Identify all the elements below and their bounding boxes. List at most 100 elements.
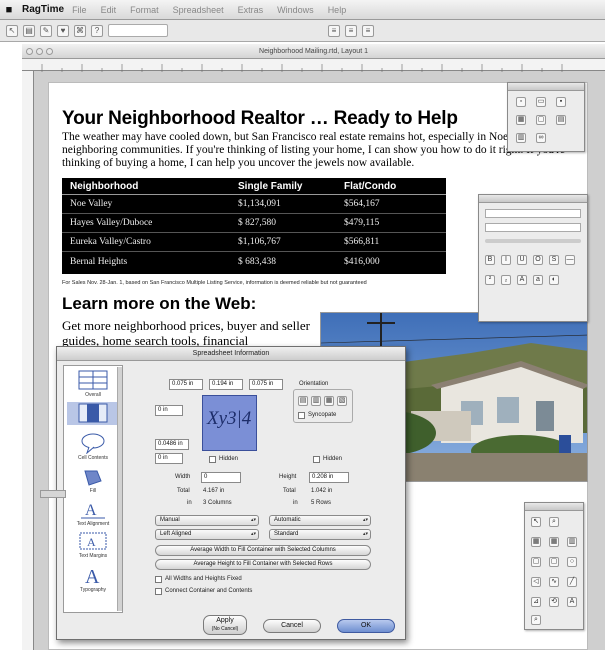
vertical-ruler[interactable] (22, 71, 34, 650)
fixed-sizes-checkbox[interactable] (155, 576, 162, 583)
line-tool-icon[interactable]: ╱ (567, 577, 577, 587)
table-cell[interactable]: Eureka Valley/Castro (62, 237, 238, 247)
app-menu[interactable]: RagTime (22, 4, 64, 15)
size-field[interactable] (485, 223, 581, 232)
rotate-tool-icon[interactable]: ⟲ (549, 597, 559, 607)
average-height-button[interactable]: Average Height to Fill Container with Se… (155, 559, 371, 570)
outline-icon[interactable]: O (533, 255, 543, 265)
sidebar-item-cell-contents[interactable]: Cell Contents (67, 432, 119, 461)
menu-file[interactable]: File (72, 5, 87, 15)
menu-format[interactable]: Format (130, 5, 159, 15)
typography-palette[interactable]: B I U O S — ² ₂ A a ◐ (478, 194, 588, 322)
color-icon[interactable]: ◐ (549, 275, 559, 285)
subscript-icon[interactable]: ₂ (501, 275, 511, 285)
copy-icon[interactable]: ▭ (536, 97, 546, 107)
web-paragraph[interactable]: Get more neighborhood prices, buyer and … (62, 318, 312, 348)
page-icon[interactable]: ▫ (516, 97, 526, 107)
sidebar-scrollbar[interactable] (117, 367, 122, 611)
top-mid-margin-field[interactable]: 0.194 in (209, 379, 243, 390)
heart-tool-icon[interactable]: ♥ (57, 24, 69, 37)
prices-table[interactable]: Neighborhood Single Family Flat/Condo No… (62, 178, 446, 274)
table-row[interactable]: Noe Valley $1,134,091 $564,167 (62, 195, 446, 214)
table-cell[interactable]: $564,167 (344, 199, 444, 209)
sidebar-item-text-margins[interactable]: A Text Margins (67, 530, 119, 559)
italic-icon[interactable]: I (501, 255, 511, 265)
style-field[interactable] (108, 24, 168, 37)
menu-spreadsheet[interactable]: Spreadsheet (173, 5, 224, 15)
pen-tool-icon[interactable]: ✎ (40, 24, 52, 37)
table-cell[interactable]: $479,115 (344, 218, 444, 228)
shadow-icon[interactable]: S (549, 255, 559, 265)
intro-paragraph[interactable]: The weather may have cooled down, but Sa… (62, 131, 567, 170)
close-window-icon[interactable] (26, 48, 33, 55)
font-field[interactable] (485, 209, 581, 218)
table-tool-icon[interactable]: ▦ (531, 537, 541, 547)
orientation-vertical-icon[interactable]: ▥ (311, 396, 321, 406)
left-mid-margin-field[interactable]: 0.0486 in (155, 439, 189, 450)
left-top-margin-field[interactable]: 0 in (155, 405, 183, 416)
pointer-tool-icon[interactable]: ↖ (6, 24, 18, 37)
bezier-tool-icon[interactable]: ⊿ (531, 597, 541, 607)
help-tool-icon[interactable]: ? (91, 24, 103, 37)
minimize-window-icon[interactable] (36, 48, 43, 55)
sync-checkbox[interactable] (298, 412, 305, 419)
table-cell[interactable]: $ 827,580 (238, 218, 344, 228)
strike-icon[interactable]: — (565, 255, 575, 265)
grid-tool-icon[interactable]: ▦ (549, 537, 559, 547)
horizontal-ruler[interactable] (22, 59, 605, 72)
alignment-popup[interactable]: Left Aligned (155, 529, 259, 540)
sidebar-item-selected[interactable] (67, 402, 119, 425)
zoom-tool-icon[interactable]: ⌕ (549, 517, 559, 527)
sidebar-item-text-alignment[interactable]: A Text Alignment (67, 498, 119, 527)
layers-icon[interactable]: ▤ (556, 115, 566, 125)
average-width-button[interactable]: Average Width to Fill Container with Sel… (155, 545, 371, 556)
text-tool-icon[interactable]: A (567, 597, 577, 607)
drawing-tools-palette[interactable]: ↖ ⌕ ▦ ▦ ▥ ▢ ▢ ○ ◁ ∿ ╱ ⊿ ⟲ A ⌕ (524, 502, 584, 630)
table-cell[interactable]: $1,106,767 (238, 237, 344, 247)
subheading[interactable]: Learn more on the Web: (62, 294, 256, 314)
oval-tool-icon[interactable]: ○ (567, 557, 577, 567)
ok-button[interactable]: OK (337, 619, 395, 633)
apply-button[interactable]: Apply (No Cancel) (203, 615, 247, 635)
height-mode-popup[interactable]: Automatic (269, 515, 371, 526)
top-right-margin-field[interactable]: 0.075 in (249, 379, 283, 390)
table-row[interactable]: Bernal Heights $ 683,438 $416,000 (62, 252, 446, 271)
menu-edit[interactable]: Edit (101, 5, 117, 15)
menu-help[interactable]: Help (328, 5, 347, 15)
dialog-sidebar[interactable]: Overall Cell Contents Fill A Text Alignm… (63, 365, 123, 613)
table-row[interactable]: Hayes Valley/Duboce $ 827,580 $479,115 (62, 214, 446, 233)
magnify-tool-icon[interactable]: ⌕ (531, 615, 541, 625)
caps-icon[interactable]: A (517, 275, 527, 285)
menu-windows[interactable]: Windows (277, 5, 314, 15)
orientation-horizontal-icon[interactable]: ▤ (298, 396, 308, 406)
grid-icon[interactable]: ▦ (516, 115, 526, 125)
cancel-button[interactable]: Cancel (263, 619, 321, 633)
save-icon[interactable]: ▪ (556, 97, 566, 107)
orientation-rotate-right-icon[interactable]: ▧ (337, 396, 347, 406)
polygon-tool-icon[interactable]: ◁ (531, 577, 541, 587)
table-cell[interactable]: $416,000 (344, 257, 444, 267)
align-right-icon[interactable]: ≡ (362, 24, 374, 37)
bold-icon[interactable]: B (485, 255, 495, 265)
chart-tool-icon[interactable]: ▥ (567, 537, 577, 547)
align-center-icon[interactable]: ≡ (345, 24, 357, 37)
frame-icon[interactable]: ▢ (536, 115, 546, 125)
width-mode-popup[interactable]: Manual (155, 515, 259, 526)
tracking-slider[interactable] (485, 239, 581, 243)
hidden-checkbox-rows[interactable] (313, 456, 320, 463)
page-handle[interactable] (40, 490, 66, 498)
chart-icon[interactable]: ▥ (516, 133, 526, 143)
superscript-icon[interactable]: ² (485, 275, 495, 285)
sidebar-item-overall[interactable]: Overall (67, 369, 119, 398)
sidebar-item-fill[interactable]: Fill (67, 465, 119, 494)
menu-extras[interactable]: Extras (238, 5, 264, 15)
table-row[interactable]: Eureka Valley/Castro $1,106,767 $566,811 (62, 233, 446, 252)
table-cell[interactable]: $566,811 (344, 237, 444, 247)
curve-tool-icon[interactable]: ∿ (549, 577, 559, 587)
smallcaps-icon[interactable]: a (533, 275, 543, 285)
rectangle-tool-icon[interactable]: ▢ (531, 557, 541, 567)
width-field[interactable]: 0 (201, 472, 241, 483)
orientation-rotate-left-icon[interactable]: ▦ (324, 396, 334, 406)
table-footnote[interactable]: For Sales Nov. 28-Jan. 1, based on San F… (62, 280, 367, 286)
left-bottom-margin-field[interactable]: 0 in (155, 453, 183, 464)
